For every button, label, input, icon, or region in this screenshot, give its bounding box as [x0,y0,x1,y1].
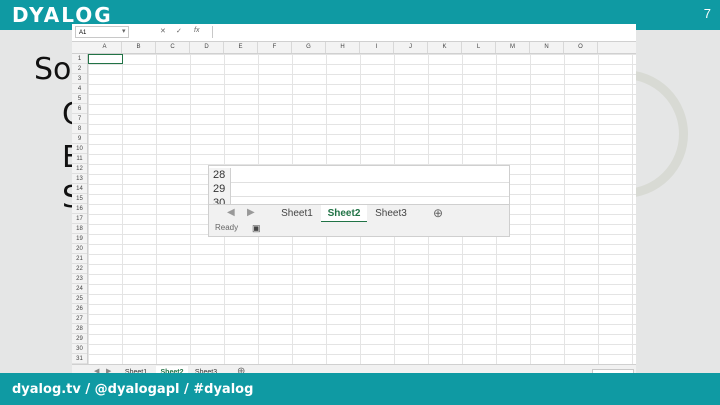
slide-text-line: So [34,52,72,87]
row-header[interactable]: 17 [72,214,87,224]
chevron-down-icon[interactable]: ▾ [122,27,126,35]
column-header[interactable]: N [530,42,564,53]
row-header[interactable]: 8 [72,124,87,134]
zoom-row-label: 29 [209,182,231,196]
column-header[interactable]: H [326,42,360,53]
row-header[interactable]: 29 [72,334,87,344]
row-header[interactable]: 7 [72,114,87,124]
zoom-rows: 28 29 30 [209,166,509,211]
zoom-row-label: 28 [209,168,231,182]
row-header[interactable]: 24 [72,284,87,294]
row-header[interactable]: 23 [72,274,87,284]
footer-links: dyalog.tv / @dyalogapl / #dyalog [12,382,254,397]
row-header[interactable]: 20 [72,244,87,254]
column-header[interactable]: B [122,42,156,53]
row-header[interactable]: 12 [72,164,87,174]
cancel-icon[interactable]: ✕ [160,27,166,35]
row-header[interactable]: 5 [72,94,87,104]
row-header[interactable]: 18 [72,224,87,234]
column-header[interactable]: J [394,42,428,53]
column-header[interactable]: E [224,42,258,53]
column-header[interactable]: K [428,42,462,53]
row-header[interactable]: 26 [72,304,87,314]
selected-cell[interactable] [88,54,123,64]
zoom-tab-sheet2[interactable]: Sheet2 [321,205,367,223]
row-header[interactable]: 4 [72,84,87,94]
scroll-right-icon[interactable]: ▶ [247,207,255,218]
row-header[interactable]: 30 [72,344,87,354]
column-header[interactable]: A [88,42,122,53]
slide-number: 7 [703,6,711,21]
row-header[interactable]: 19 [72,234,87,244]
macro-record-icon[interactable]: ▣ [252,223,261,234]
function-icon[interactable]: fx [194,27,199,34]
zoom-sheet-tabs: ◀ ▶ Sheet1 Sheet2 Sheet3 ⊕ [209,204,509,223]
row-header[interactable]: 11 [72,154,87,164]
zoom-row: 28 [209,168,509,183]
row-header[interactable]: 13 [72,174,87,184]
slide-footer: dyalog.tv / @dyalogapl / #dyalog [0,373,720,405]
status-bar: Ready ▣ [209,222,509,236]
zoom-inset: 28 29 30 ◀ ▶ Sheet1 Sheet2 Sheet3 ⊕ Read… [209,166,509,236]
row-headers: 1 2 3 4 5 6 7 8 9 10 11 12 13 14 15 16 17 18 19 20 21 22 23 24 2… [72,54,88,364]
row-header[interactable]: 21 [72,254,87,264]
add-sheet-icon[interactable]: ⊕ [433,206,443,220]
column-header[interactable]: F [258,42,292,53]
column-header[interactable]: C [156,42,190,53]
zoom-tab-sheet1[interactable]: Sheet1 [275,205,319,223]
column-header[interactable]: M [496,42,530,53]
row-header[interactable]: 9 [72,134,87,144]
column-header[interactable]: O [564,42,598,53]
column-header[interactable]: G [292,42,326,53]
row-header[interactable]: 27 [72,314,87,324]
row-header[interactable]: 14 [72,184,87,194]
row-header[interactable]: 28 [72,324,87,334]
column-headers: ABCDEFGHIJKLMNO [72,42,636,54]
name-box[interactable]: A1 [75,26,129,38]
enter-icon[interactable]: ✓ [176,27,182,35]
row-header[interactable]: 1 [72,54,87,64]
column-header[interactable]: I [360,42,394,53]
zoom-row: 29 [209,182,509,197]
row-header[interactable]: 3 [72,74,87,84]
row-header[interactable]: 15 [72,194,87,204]
column-header[interactable]: L [462,42,496,53]
row-header[interactable]: 2 [72,64,87,74]
row-header[interactable]: 31 [72,354,87,364]
row-header[interactable]: 16 [72,204,87,214]
status-ready: Ready [215,223,239,232]
row-header[interactable]: 25 [72,294,87,304]
row-header[interactable]: 10 [72,144,87,154]
row-header[interactable]: 6 [72,104,87,114]
zoom-tab-sheet3[interactable]: Sheet3 [369,205,413,223]
scroll-left-icon[interactable]: ◀ [227,207,235,218]
column-header[interactable]: D [190,42,224,53]
formula-input[interactable] [212,26,633,38]
formula-bar: A1 ▾ ✕ ✓ fx [72,24,636,42]
row-header[interactable]: 22 [72,264,87,274]
